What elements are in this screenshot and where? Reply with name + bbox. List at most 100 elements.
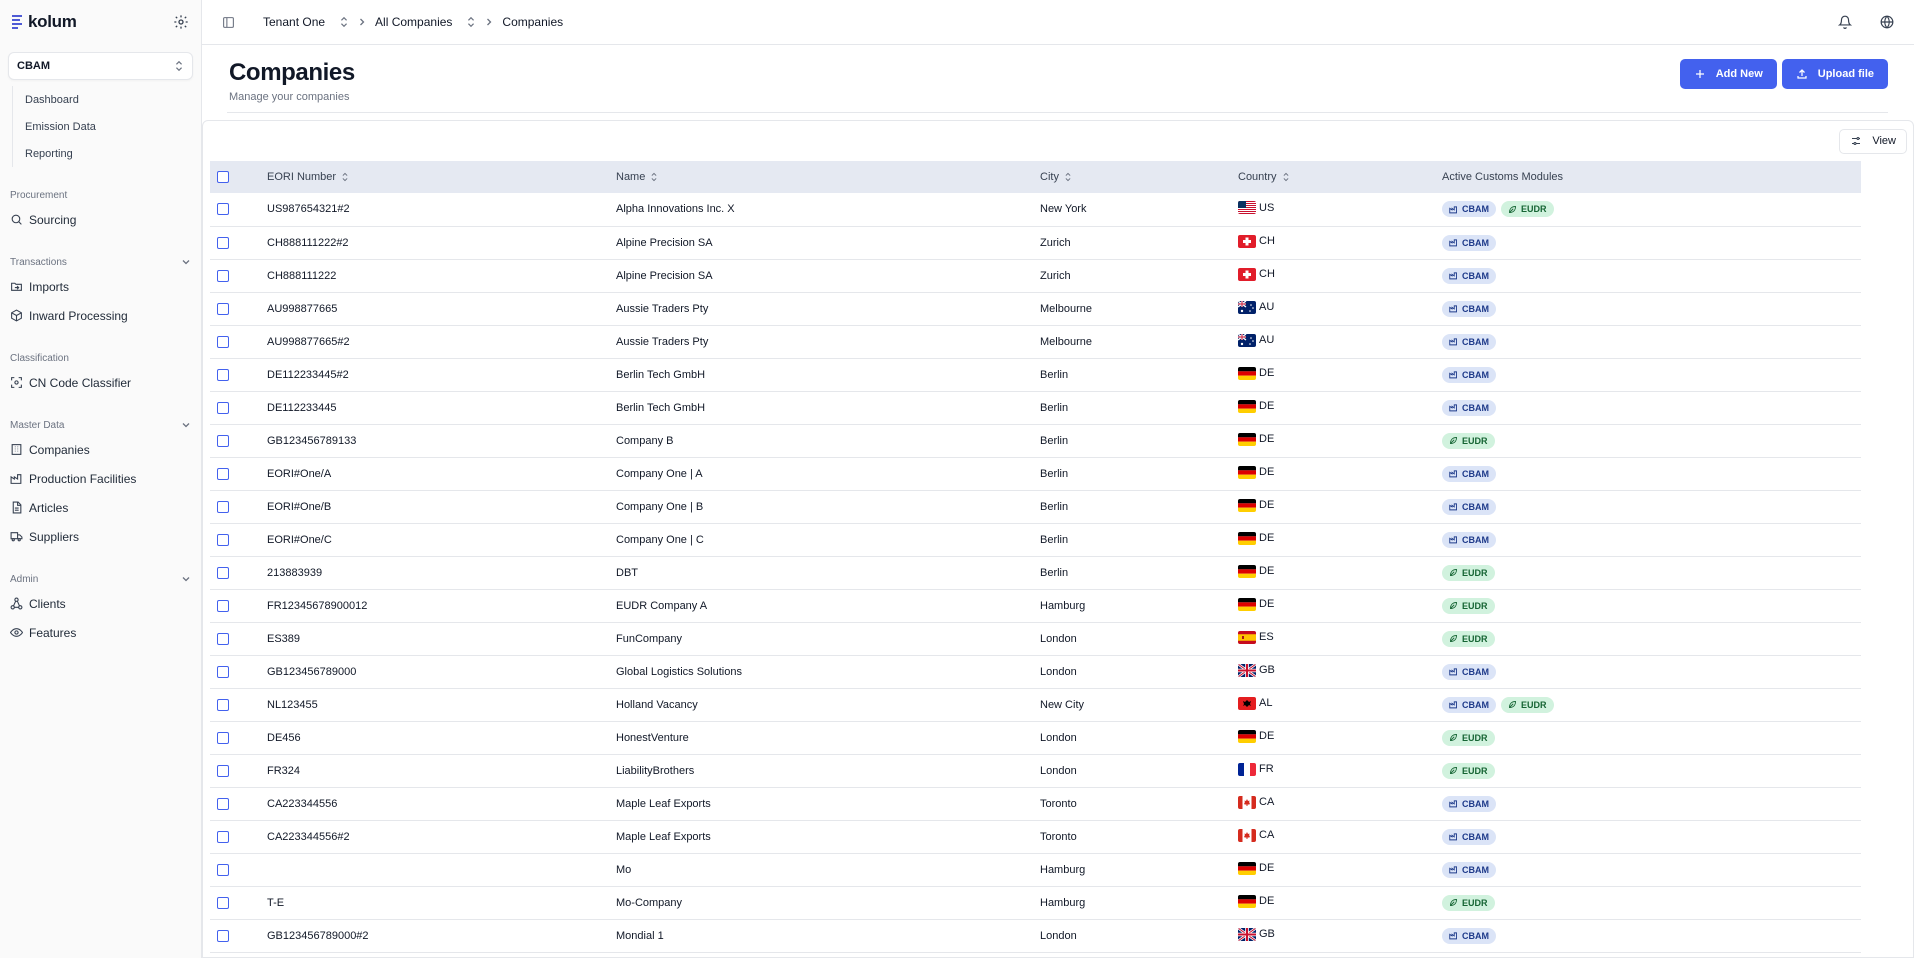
table-row[interactable]: DE456 HonestVenture London DE EUDR (210, 721, 1861, 754)
country-code: DE (1259, 532, 1275, 544)
table-row[interactable]: EORI#One/B Company One | B Berlin DE CBA… (210, 490, 1861, 523)
row-select-cell (210, 259, 267, 292)
row-checkbox[interactable] (217, 500, 229, 513)
subnav-item-reporting[interactable]: Reporting (25, 140, 201, 167)
column-header-eori[interactable]: EORI Number (267, 161, 616, 193)
row-checkbox[interactable] (217, 302, 229, 315)
table-row[interactable]: AU998877665#2 Aussie Traders Pty Melbour… (210, 325, 1861, 358)
sidebar-toggle-icon[interactable] (222, 16, 235, 29)
view-options-button[interactable]: View (1839, 128, 1907, 154)
table-row[interactable]: T-E Mo-Company Hamburg DE EUDR (210, 886, 1861, 919)
table-row[interactable]: DE112233445#2 Berlin Tech GmbH Berlin DE… (210, 358, 1861, 391)
row-checkbox[interactable] (217, 203, 229, 216)
row-checkbox[interactable] (217, 929, 229, 942)
table-row[interactable]: GB123456789133 Company B Berlin DE EUDR (210, 424, 1861, 457)
table-row[interactable]: FR324 LiabilityBrothers London FR EUDR (210, 754, 1861, 787)
table-row[interactable]: CH888111222 Alpine Precision SA Zurich C… (210, 259, 1861, 292)
cell-city: London (1040, 929, 1077, 942)
column-header-country[interactable]: Country (1238, 161, 1442, 193)
table-row[interactable]: EORI#One/A Company One | A Berlin DE CBA… (210, 457, 1861, 490)
breadcrumb-tenant[interactable]: Tenant One (263, 15, 325, 29)
row-checkbox[interactable] (217, 665, 229, 678)
table-row[interactable]: GB123456789000#2 Mondial 1 London GB CBA… (210, 919, 1861, 952)
table-row[interactable]: CH888111222#2 Alpine Precision SA Zurich… (210, 226, 1861, 259)
row-checkbox[interactable] (217, 401, 229, 414)
row-checkbox[interactable] (217, 599, 229, 612)
breadcrumb-all-companies[interactable]: All Companies (375, 15, 452, 29)
table-row[interactable]: CA223344556#2 Maple Leaf Exports Toronto… (210, 820, 1861, 853)
table-row[interactable]: NL123455 Holland Vacancy New City AL CBA… (210, 688, 1861, 721)
module-select[interactable]: CBAM (8, 52, 193, 80)
module-badge-label: EUDR (1521, 204, 1547, 215)
row-checkbox[interactable] (217, 731, 229, 744)
sidebar-item-companies[interactable]: Companies (0, 435, 201, 464)
table-row[interactable]: AU998877665 Aussie Traders Pty Melbourne… (210, 292, 1861, 325)
row-select-cell (210, 424, 267, 457)
row-checkbox[interactable] (217, 335, 229, 348)
subnav-item-emission-data[interactable]: Emission Data (25, 113, 201, 140)
module-badge-eudr: EUDR (1442, 630, 1495, 647)
sidebar-item-features[interactable]: Features (0, 618, 201, 647)
cell-city: Berlin (1040, 533, 1069, 546)
group-title-classification: Classification (0, 348, 201, 368)
sidebar-item-suppliers[interactable]: Suppliers (0, 522, 201, 551)
sidebar-item-sourcing[interactable]: Sourcing (0, 205, 201, 234)
row-checkbox[interactable] (217, 269, 229, 282)
group-title-admin[interactable]: Admin (0, 569, 201, 589)
table-row[interactable]: EORI#One/C Company One | C Berlin DE CBA… (210, 523, 1861, 556)
sidebar-item-clients[interactable]: Clients (0, 589, 201, 618)
sidebar-item-articles[interactable]: Articles (0, 493, 201, 522)
row-checkbox[interactable] (217, 236, 229, 249)
sidebar-item-imports[interactable]: Imports (0, 272, 201, 301)
bell-icon[interactable] (1838, 15, 1852, 29)
globe-icon[interactable] (1880, 15, 1894, 29)
table-row[interactable]: FR12345678900012 EUDR Company A Hamburg … (210, 589, 1861, 622)
table-row[interactable]: 213883939 DBT Berlin DE EUDR (210, 556, 1861, 589)
subnav-item-dashboard[interactable]: Dashboard (25, 86, 201, 113)
table-row[interactable]: ES389 FunCompany London ES EUDR (210, 622, 1861, 655)
table-row[interactable]: Mo Hamburg DE CBAM (210, 853, 1861, 886)
table-row[interactable]: GB123456789000 Global Logistics Solution… (210, 655, 1861, 688)
row-checkbox[interactable] (217, 698, 229, 711)
column-header-city[interactable]: City (1040, 161, 1238, 193)
cell-country: CA (1238, 820, 1442, 853)
row-select-cell (210, 523, 267, 556)
flag-de-icon (1238, 465, 1256, 479)
module-badge-label: CBAM (1462, 468, 1489, 479)
row-checkbox[interactable] (217, 533, 229, 546)
row-checkbox[interactable] (217, 434, 229, 447)
row-checkbox[interactable] (217, 896, 229, 909)
row-checkbox[interactable] (217, 830, 229, 843)
row-checkbox[interactable] (217, 863, 229, 876)
module-badge-cbam: CBAM (1442, 333, 1496, 350)
row-checkbox[interactable] (217, 368, 229, 381)
cell-city: New City (1040, 698, 1085, 711)
upload-file-button[interactable]: Upload file (1781, 59, 1888, 89)
table-row[interactable]: CA223344556 Maple Leaf Exports Toronto C… (210, 787, 1861, 820)
cell-name: Alpine Precision SA (616, 269, 713, 282)
chevrons-up-down-icon[interactable] (466, 16, 476, 28)
add-new-button[interactable]: Add New (1679, 59, 1777, 89)
row-checkbox[interactable] (217, 566, 229, 579)
column-header-name[interactable]: Name (616, 161, 1040, 193)
sidebar-item-label: Sourcing (29, 212, 77, 227)
row-checkbox[interactable] (217, 632, 229, 645)
sidebar-item-inward-processing[interactable]: Inward Processing (0, 301, 201, 330)
country-code: DE (1259, 598, 1275, 610)
table-row[interactable]: US987654321#2 Alpha Innovations Inc. X N… (210, 193, 1861, 226)
select-all-checkbox[interactable] (217, 171, 229, 184)
chevrons-up-down-icon[interactable] (339, 16, 349, 28)
sidebar-item-cn-code-classifier[interactable]: CN Code Classifier (0, 368, 201, 397)
row-checkbox[interactable] (217, 764, 229, 777)
row-checkbox[interactable] (217, 797, 229, 810)
cell-eori: GB123456789000#2 (267, 929, 369, 942)
row-checkbox[interactable] (217, 467, 229, 480)
table-row[interactable]: DE112233445 Berlin Tech GmbH Berlin DE C… (210, 391, 1861, 424)
sidebar-item-production-facilities[interactable]: Production Facilities (0, 464, 201, 493)
view-label: View (1872, 135, 1896, 147)
brand[interactable]: kolum (12, 12, 77, 32)
group-title-master-data[interactable]: Master Data (0, 415, 201, 435)
group-title-transactions[interactable]: Transactions (0, 252, 201, 272)
gear-icon[interactable] (173, 14, 189, 30)
upload-file-label: Upload file (1817, 68, 1874, 80)
